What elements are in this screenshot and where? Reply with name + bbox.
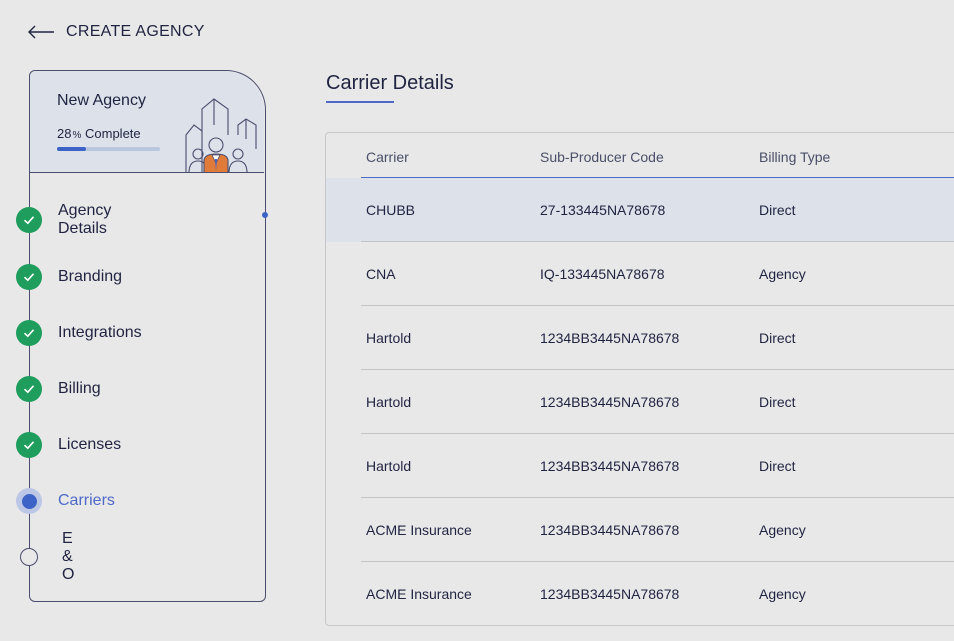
step-billing[interactable]: Billing: [16, 375, 101, 403]
cell-billing: Direct: [759, 330, 796, 346]
page-title: CREATE AGENCY: [66, 23, 205, 40]
step-licenses[interactable]: Licenses: [16, 431, 121, 459]
cell-carrier: CHUBB: [366, 202, 416, 218]
cell-billing: Agency: [759, 586, 806, 602]
page-header: CREATE AGENCY: [28, 20, 205, 44]
step-e-and-o[interactable]: E & O: [16, 530, 74, 583]
cell-billing: Agency: [759, 522, 806, 538]
check-circle-icon: [16, 207, 42, 233]
check-circle-icon: [16, 264, 42, 290]
cell-code: 1234BB3445NA78678: [540, 458, 680, 474]
cell-code: 27-133445NA78678: [540, 202, 666, 218]
column-header-carrier[interactable]: Carrier: [366, 149, 409, 165]
table-row[interactable]: Hartold 1234BB3445NA78678 Direct: [326, 370, 954, 434]
cell-carrier: CNA: [366, 266, 396, 282]
step-integrations[interactable]: Integrations: [16, 319, 142, 347]
check-circle-icon: [16, 432, 42, 458]
progress-text: 28% Complete: [57, 126, 141, 141]
step-branding[interactable]: Branding: [16, 263, 122, 291]
carrier-table: Carrier Sub-Producer Code Billing Type C…: [325, 132, 954, 626]
cell-code: 1234BB3445NA78678: [540, 394, 680, 410]
scroll-indicator[interactable]: [262, 212, 268, 218]
progress-value: 28: [57, 126, 72, 141]
table-row[interactable]: Hartold 1234BB3445NA78678 Direct: [326, 434, 954, 498]
arrow-left-icon[interactable]: [28, 25, 54, 39]
check-circle-icon: [16, 376, 42, 402]
step-label: Billing: [58, 380, 101, 397]
cell-carrier: Hartold: [366, 458, 412, 474]
step-label: Branding: [58, 268, 123, 285]
table-row[interactable]: Hartold 1234BB3445NA78678 Direct: [326, 306, 954, 370]
progress-suffix: Complete: [85, 126, 141, 141]
step-sidebar: New Agency 28% Complete Agency Details B…: [16, 70, 268, 602]
cell-code: 1234BB3445NA78678: [540, 522, 680, 538]
cell-billing: Agency: [759, 266, 806, 282]
table-row[interactable]: ACME Insurance 1234BB3445NA78678 Agency: [326, 498, 954, 562]
step-label: Licenses: [58, 436, 122, 453]
cell-carrier: ACME Insurance: [366, 586, 472, 602]
step-label: Integrations: [58, 324, 142, 341]
progress-unit: %: [72, 130, 82, 141]
cell-carrier: ACME Insurance: [366, 522, 472, 538]
step-label: Carriers: [58, 492, 115, 509]
check-circle-icon: [16, 320, 42, 346]
empty-circle-icon: [20, 548, 38, 566]
cell-code: 1234BB3445NA78678: [540, 330, 680, 346]
cell-carrier: Hartold: [366, 330, 412, 346]
cell-code: 1234BB3445NA78678: [540, 586, 680, 602]
column-header-billing[interactable]: Billing Type: [759, 149, 830, 165]
table-row[interactable]: ACME Insurance 1234BB3445NA78678 Agency: [326, 562, 954, 625]
step-label: E & O: [62, 530, 75, 583]
table-row[interactable]: CHUBB 27-133445NA78678 Direct: [326, 178, 954, 242]
active-dot-icon: [16, 488, 42, 514]
cell-billing: Direct: [759, 394, 796, 410]
progress-bar: [57, 147, 160, 151]
agency-name: New Agency: [57, 92, 146, 109]
step-carriers[interactable]: Carriers: [16, 487, 115, 515]
step-agency-details[interactable]: Agency Details: [16, 202, 111, 237]
agency-summary-card: New Agency 28% Complete: [30, 71, 264, 173]
cell-carrier: Hartold: [366, 394, 412, 410]
title-underline: [326, 101, 394, 103]
cell-code: IQ-133445NA78678: [540, 266, 665, 282]
section-title: Carrier Details: [326, 72, 454, 94]
team-buildings-illustration: [185, 98, 257, 172]
table-row[interactable]: CNA IQ-133445NA78678 Agency: [326, 242, 954, 306]
progress-bar-fill: [57, 147, 86, 151]
column-header-code[interactable]: Sub-Producer Code: [540, 149, 664, 165]
step-label: Agency Details: [58, 202, 112, 237]
cell-billing: Direct: [759, 458, 796, 474]
cell-billing: Direct: [759, 202, 796, 218]
